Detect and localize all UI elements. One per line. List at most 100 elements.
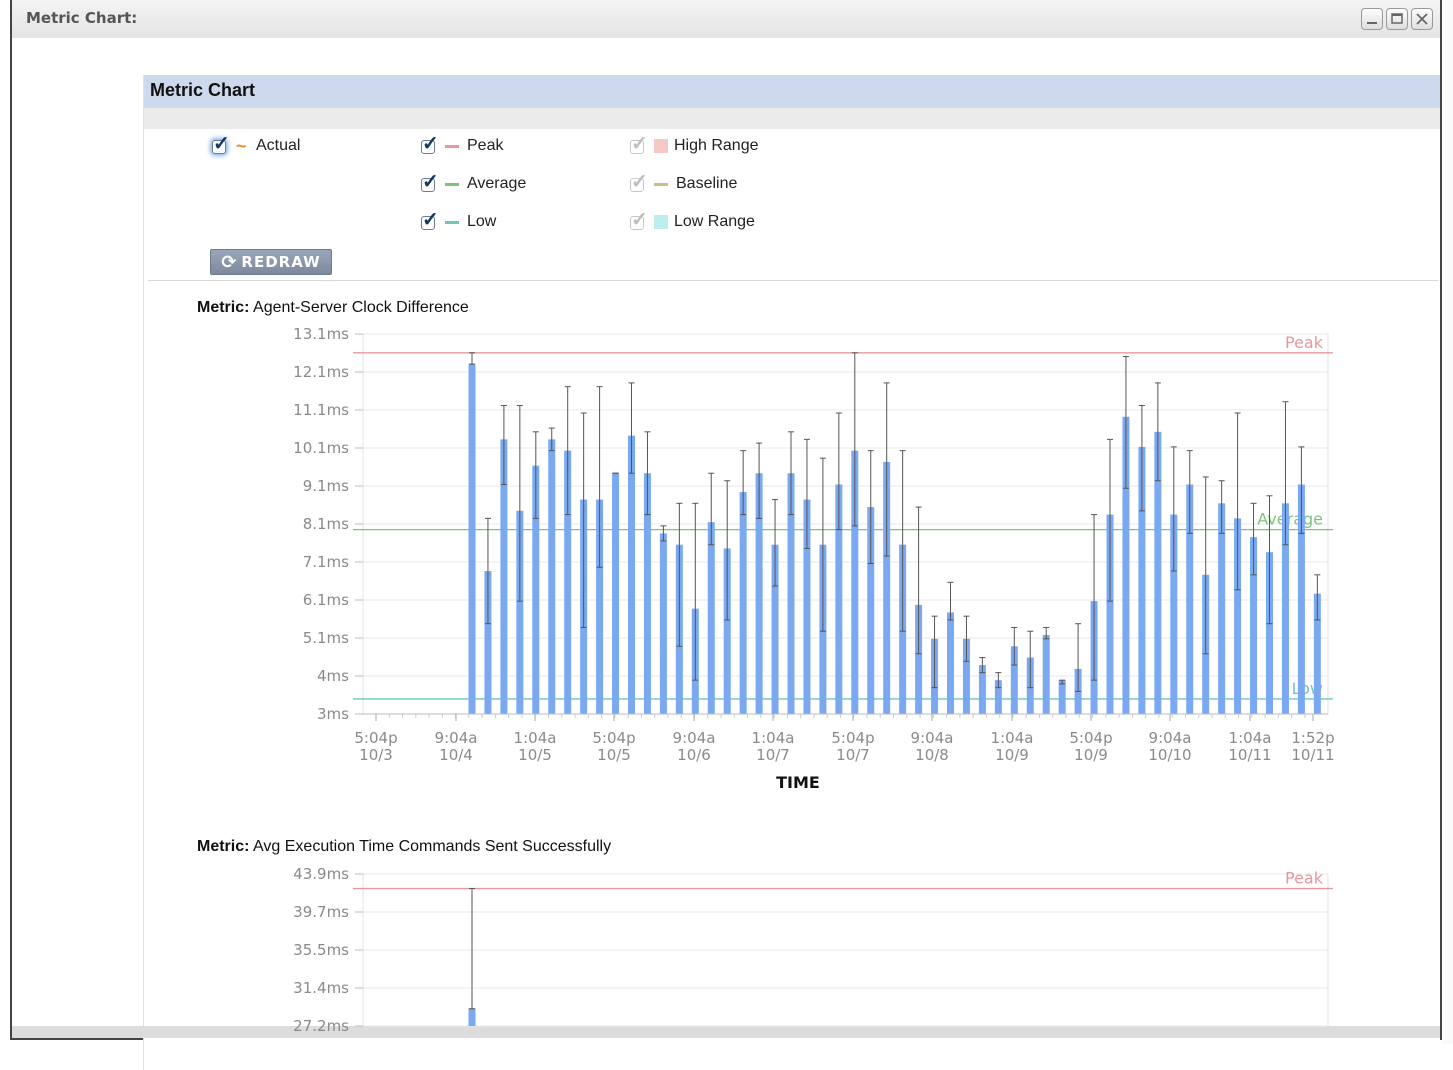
bar (468, 1008, 476, 1026)
x-tick-label: 1:04a (514, 729, 557, 747)
x-tick-label: 1:04a (1229, 729, 1272, 747)
x-tick-label: 1:52p (1291, 729, 1334, 747)
legend-average: ✓ Average (419, 172, 526, 196)
x-tick-date: 10/11 (1228, 746, 1271, 764)
x-tick-label: 1:04a (752, 729, 795, 747)
legend-label: Peak (467, 137, 504, 154)
bar (659, 533, 667, 714)
y-tick-label: 3ms (317, 705, 349, 723)
checkmark-icon: ✓ (422, 171, 439, 193)
reference-label: Peak (1285, 333, 1324, 352)
minimize-icon (1367, 22, 1377, 24)
x-tick-label: 1:04a (991, 729, 1034, 747)
maximize-button[interactable] (1386, 8, 1408, 30)
legend-label: Low (467, 213, 497, 230)
legend-checkbox-peak[interactable]: ✓ (419, 133, 439, 156)
legend-swatch: ~ (236, 136, 247, 156)
legend-checkbox-actual[interactable]: ✓ (210, 133, 230, 156)
x-tick-label: 5:04p (1069, 729, 1112, 747)
checkmark-icon: ✓ (213, 133, 230, 155)
legend-swatch (445, 144, 459, 148)
legend-checkbox-average[interactable]: ✓ (419, 171, 439, 194)
x-tick-date: 10/11 (1291, 746, 1334, 764)
y-tick-label: 4ms (317, 667, 349, 685)
legend-label: High Range (674, 137, 759, 154)
clock-difference-chart: 13.1ms 12.1ms 11.1ms 10.1ms 9.1ms 8.1ms 7.1ms 6… (293, 325, 1334, 792)
bar (1058, 680, 1066, 714)
legend-peak: ✓ Peak (419, 134, 503, 158)
checkmark-icon: ✓ (631, 209, 648, 231)
bar (468, 364, 476, 714)
x-tick-date: 10/3 (359, 746, 393, 764)
legend-label: Average (467, 175, 527, 192)
checkmark-icon: ✓ (631, 171, 648, 193)
close-button[interactable] (1411, 8, 1433, 30)
y-tick-label: 13.1ms (293, 325, 349, 343)
legend-label: Actual (256, 137, 301, 154)
y-tick-label: 5.1ms (303, 629, 349, 647)
x-tick-date: 10/5 (597, 746, 631, 764)
window-title: Metric Chart: (26, 9, 138, 27)
minimize-button[interactable] (1361, 8, 1383, 30)
reference-label: Average (1257, 510, 1323, 529)
x-tick-label: 9:04a (1149, 729, 1192, 747)
bar (548, 439, 556, 714)
y-tick-label: 31.4ms (293, 979, 349, 997)
divider (148, 280, 1438, 281)
legend-swatch (654, 139, 668, 153)
redraw-button[interactable]: ⟳ REDRAW (210, 249, 332, 275)
y-tick-label: 6.1ms (303, 591, 349, 609)
x-tick-date: 10/6 (677, 746, 711, 764)
reference-label: Peak (1285, 869, 1324, 888)
close-icon (1416, 13, 1428, 25)
y-tick-label: 12.1ms (293, 363, 349, 381)
x-tick-date: 10/10 (1148, 746, 1191, 764)
x-tick-label: 5:04p (592, 729, 635, 747)
legend-swatch (445, 220, 459, 224)
x-tick-date: 10/8 (915, 746, 949, 764)
legend-low-range: ✓ Low Range (628, 210, 755, 234)
y-tick-label: 7.1ms (303, 553, 349, 571)
checkmark-icon: ✓ (422, 133, 439, 155)
x-tick-date: 10/9 (1074, 746, 1108, 764)
legend-swatch (654, 182, 668, 186)
window-titlebar[interactable]: Metric Chart: (12, 0, 1440, 39)
bar (707, 522, 715, 714)
bar (1218, 503, 1226, 714)
bar (947, 612, 954, 714)
x-tick-date: 10/7 (756, 746, 790, 764)
bar (1042, 634, 1050, 714)
panel-title: Metric Chart (150, 80, 256, 100)
x-tick-date: 10/4 (439, 746, 473, 764)
legend-high-range: ✓ High Range (628, 134, 759, 158)
x-tick-label: 9:04a (673, 729, 716, 747)
y-tick-label: 39.7ms (293, 903, 349, 921)
refresh-icon: ⟳ (221, 251, 238, 273)
x-tick-date: 10/9 (995, 746, 1029, 764)
x-tick-label: 5:04p (831, 729, 874, 747)
maximize-icon (1391, 13, 1403, 24)
x-tick-date: 10/7 (836, 746, 870, 764)
legend-label: Low Range (674, 213, 755, 230)
panel-toolbar (144, 108, 1440, 129)
x-tick-date: 10/5 (518, 746, 552, 764)
y-tick-label: 35.5ms (293, 941, 349, 959)
redraw-label: REDRAW (241, 253, 321, 271)
x-axis-title: TIME (776, 773, 820, 792)
bar (628, 435, 635, 714)
bar (739, 492, 747, 714)
legend-swatch (445, 182, 459, 186)
legend-label: Baseline (676, 175, 738, 192)
legend-swatch (654, 215, 668, 229)
legend-actual: ✓ ~ Actual (210, 134, 300, 158)
execution-time-chart: 43.9ms 39.7ms 35.5ms 31.4ms 27.2ms Peak (293, 865, 1333, 1035)
y-tick-label: 11.1ms (293, 401, 349, 419)
x-tick-label: 5:04p (354, 729, 397, 747)
checkmark-icon: ✓ (631, 133, 648, 155)
panel-header: Metric Chart (144, 75, 1440, 108)
legend-baseline: ✓ Baseline (628, 172, 737, 196)
y-tick-label: 10.1ms (293, 439, 349, 457)
legend-checkbox-low[interactable]: ✓ (419, 210, 439, 232)
legend-checkbox-high-range: ✓ (628, 133, 648, 156)
page-scrollbar[interactable] (1443, 0, 1453, 1044)
